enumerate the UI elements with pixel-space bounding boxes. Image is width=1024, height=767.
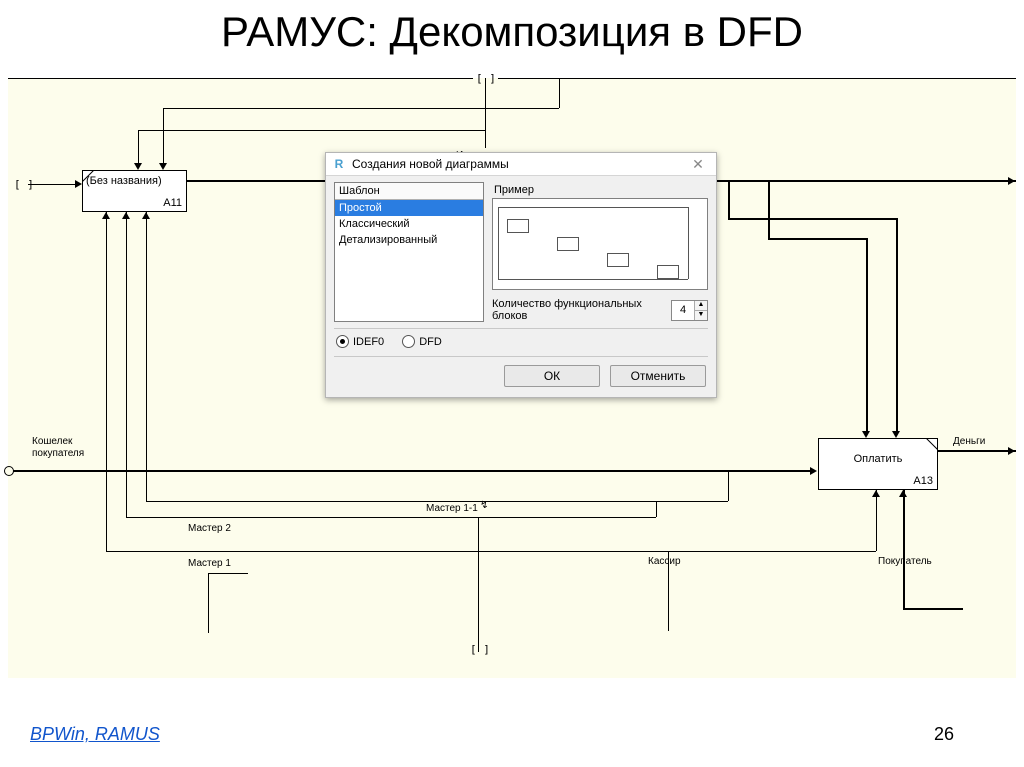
example-preview [492, 198, 708, 290]
dialog-titlebar[interactable]: R Создания новой диаграммы ✕ [326, 153, 716, 176]
new-diagram-dialog: R Создания новой диаграммы ✕ Шаблон Прос… [325, 152, 717, 398]
label-money: Деньги [953, 436, 985, 447]
blocks-value[interactable]: 4 [672, 303, 694, 317]
close-icon[interactable]: ✕ [688, 157, 708, 171]
activity-a13-id: A13 [913, 475, 933, 487]
label-master1: Мастер 1 [188, 558, 231, 569]
dialog-title: Создания новой диаграммы [352, 157, 509, 171]
radio-idef0-label: IDEF0 [353, 336, 384, 348]
zigzag-icon: ↯ [480, 500, 487, 511]
cancel-button[interactable]: Отменить [610, 365, 706, 387]
label-wallet-2: покупателя [32, 448, 84, 459]
template-header: Шаблон [335, 183, 483, 200]
example-header: Пример [492, 182, 708, 198]
activity-a11[interactable]: (Без названия) A11 [82, 170, 187, 212]
slide-title: РАМУС: Декомпозиция в DFD [0, 8, 1024, 56]
radio-dfd[interactable]: DFD [402, 335, 442, 348]
spinner-up-icon[interactable]: ▲ [694, 301, 707, 310]
label-buyer: Покупатель [878, 556, 932, 567]
bottom-bracket: [ ] [470, 643, 490, 656]
label-wallet-1: Кошелек [32, 436, 72, 447]
radio-dfd-label: DFD [419, 336, 442, 348]
blocks-spinner[interactable]: 4 ▲ ▼ [671, 300, 708, 321]
activity-a13[interactable]: Оплатить A13 [818, 438, 938, 490]
radio-dot-icon [336, 335, 349, 348]
slide: РАМУС: Декомпозиция в DFD [ ] (Без назва… [0, 0, 1024, 767]
notation-radios: IDEF0 DFD [326, 331, 716, 354]
radio-idef0[interactable]: IDEF0 [336, 335, 384, 348]
label-cashier: Кассир [648, 556, 681, 567]
spinner-down-icon[interactable]: ▼ [694, 310, 707, 320]
label-master11: Мастер 1-1 [426, 503, 478, 514]
ok-button[interactable]: ОК [504, 365, 600, 387]
template-listbox[interactable]: Шаблон Простой Классический Детализирова… [334, 182, 484, 322]
label-master2: Мастер 2 [188, 523, 231, 534]
radio-dot-icon [402, 335, 415, 348]
footer-link[interactable]: BPWin, RAMUS [30, 724, 160, 745]
app-icon: R [332, 157, 346, 171]
blocks-label: Количество функциональных блоков [492, 298, 665, 322]
activity-a11-id: A11 [163, 197, 182, 209]
template-item[interactable]: Простой [335, 200, 483, 216]
page-number: 26 [934, 724, 954, 745]
activity-a11-title: (Без названия) [83, 171, 186, 191]
template-item[interactable]: Классический [335, 216, 483, 232]
template-item[interactable]: Детализированный [335, 232, 483, 248]
activity-a13-title: Оплатить [819, 439, 937, 465]
